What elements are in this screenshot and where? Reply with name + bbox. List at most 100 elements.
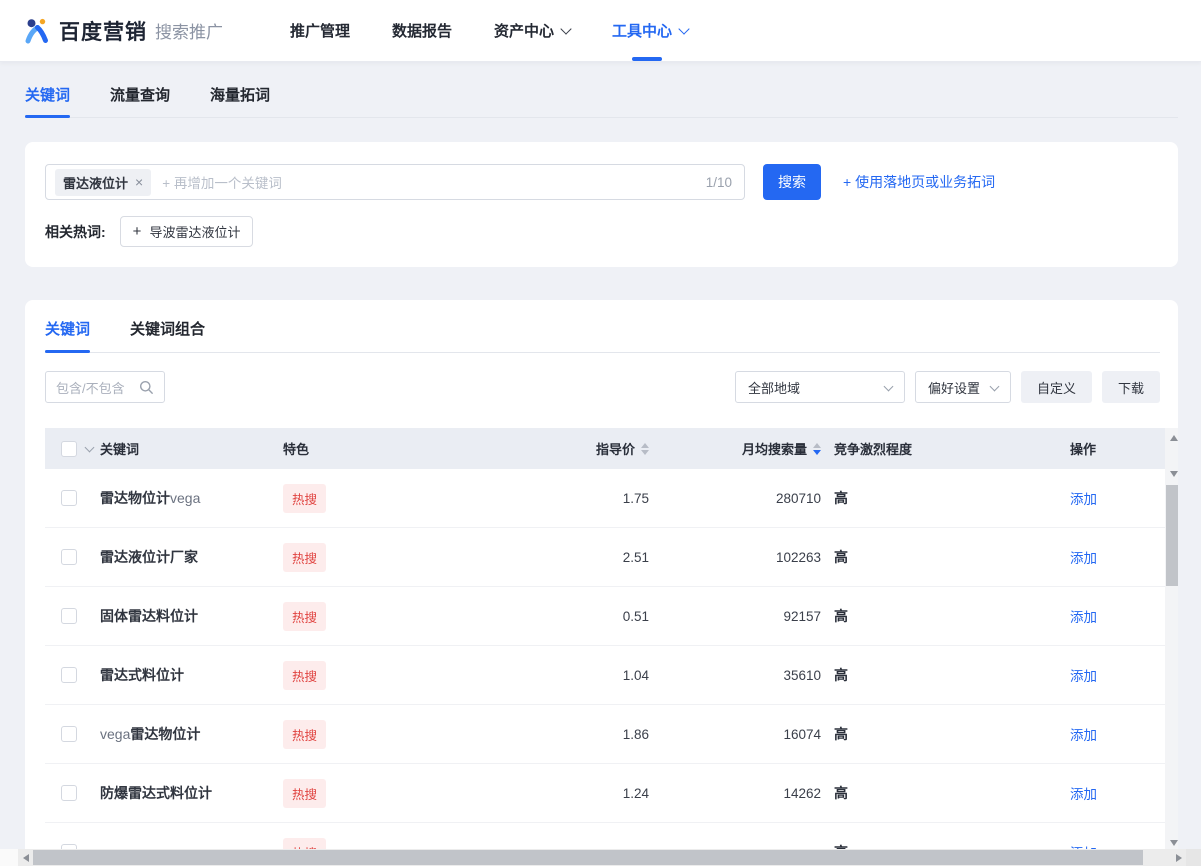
monthly-volume-value: 35610 bbox=[783, 668, 821, 683]
add-keyword-link[interactable]: 添加 bbox=[1070, 665, 1097, 685]
results-tab-关键词[interactable]: 关键词 bbox=[45, 318, 90, 352]
scroll-down-icon[interactable] bbox=[1165, 466, 1178, 482]
actions-cell: 添加 bbox=[1055, 783, 1165, 803]
keyword-input[interactable]: 雷达液位计 × + 再增加一个关键词 1/10 bbox=[45, 164, 745, 200]
scroll-right-icon[interactable] bbox=[1171, 849, 1186, 866]
row-checkbox[interactable] bbox=[61, 785, 77, 801]
keyword-text: 固体雷达料位计 bbox=[100, 606, 198, 626]
keyword-text: vega bbox=[100, 726, 130, 742]
horizontal-scroll-thumb[interactable] bbox=[33, 850, 1143, 865]
actions-cell: 添加 bbox=[1055, 724, 1165, 744]
keyword-text: vega bbox=[170, 490, 200, 506]
topnav-item-数据报告[interactable]: 数据报告 bbox=[371, 0, 473, 61]
results-tab-关键词组合[interactable]: 关键词组合 bbox=[130, 318, 205, 352]
page-tabs: 关键词 流量查询 海量拓词 bbox=[25, 62, 1178, 118]
hot-search-badge: 热搜 bbox=[283, 779, 326, 808]
related-term-button[interactable]: + 导波雷达液位计 bbox=[120, 216, 254, 247]
download-button[interactable]: 下载 bbox=[1102, 371, 1160, 403]
feature-cell: 热搜 bbox=[283, 602, 433, 631]
region-select[interactable]: 全部地域 bbox=[735, 371, 905, 403]
add-keyword-link[interactable]: 添加 bbox=[1070, 547, 1097, 567]
results-card: 关键词 关键词组合 包含/不包含 全部地域 偏好设置 bbox=[25, 300, 1178, 866]
column-guide-price-label: 指导价 bbox=[596, 439, 635, 458]
topnav-item-工具中心[interactable]: 工具中心 bbox=[591, 0, 709, 61]
add-keyword-link[interactable]: 添加 bbox=[1070, 606, 1097, 626]
horizontal-scrollbar-strip bbox=[0, 849, 1201, 866]
guide-price-cell: 1.24 bbox=[433, 786, 653, 801]
scroll-up-icon[interactable] bbox=[1165, 430, 1178, 446]
actions-cell: 添加 bbox=[1055, 547, 1165, 567]
hot-search-badge: 热搜 bbox=[283, 543, 326, 572]
table-row: 雷达式料位计热搜1.0435610高添加 bbox=[45, 646, 1165, 705]
feature-cell: 热搜 bbox=[283, 779, 433, 808]
column-feature: 特色 bbox=[283, 439, 433, 458]
monthly-volume-cell: 35610 bbox=[653, 668, 823, 683]
monthly-volume-value: 92157 bbox=[783, 609, 821, 624]
add-keyword-link[interactable]: 添加 bbox=[1070, 488, 1097, 508]
topnav-item-推广管理[interactable]: 推广管理 bbox=[269, 0, 371, 61]
keyword-counter: 1/10 bbox=[706, 175, 732, 190]
table-row: vega雷达物位计热搜1.8616074高添加 bbox=[45, 705, 1165, 764]
guide-price-value: 0.51 bbox=[623, 609, 649, 624]
search-button[interactable]: 搜索 bbox=[763, 164, 821, 200]
add-keyword-link[interactable]: 添加 bbox=[1070, 724, 1097, 744]
row-checkbox[interactable] bbox=[61, 726, 77, 742]
chevron-down-icon bbox=[884, 381, 894, 391]
customize-button[interactable]: 自定义 bbox=[1021, 371, 1092, 403]
guide-price-value: 1.04 bbox=[623, 668, 649, 683]
select-menu-caret-icon[interactable] bbox=[85, 442, 95, 452]
vertical-scrollbar[interactable] bbox=[1165, 428, 1178, 866]
preference-select[interactable]: 偏好设置 bbox=[915, 371, 1011, 403]
monthly-volume-value: 280710 bbox=[776, 491, 821, 506]
page-tab-海量拓词[interactable]: 海量拓词 bbox=[210, 84, 270, 117]
topnav-item-资产中心[interactable]: 资产中心 bbox=[473, 0, 591, 61]
guide-price-cell: 1.04 bbox=[433, 668, 653, 683]
competition-value: 高 bbox=[834, 547, 848, 567]
feature-cell: 热搜 bbox=[283, 661, 433, 690]
sort-carets-icon[interactable] bbox=[641, 443, 649, 455]
row-checkbox[interactable] bbox=[61, 490, 77, 506]
column-keyword: 关键词 bbox=[100, 439, 283, 458]
scroll-left-icon[interactable] bbox=[18, 849, 33, 866]
monthly-volume-cell: 14262 bbox=[653, 786, 823, 801]
chip-remove-icon[interactable]: × bbox=[135, 175, 143, 189]
page-tab-流量查询[interactable]: 流量查询 bbox=[110, 84, 170, 117]
scrollbar-corner bbox=[1186, 849, 1201, 866]
sort-carets-icon[interactable] bbox=[813, 443, 821, 455]
column-monthly-volume[interactable]: 月均搜索量 bbox=[653, 439, 823, 458]
feature-cell: 热搜 bbox=[283, 484, 433, 513]
results-tabs: 关键词 关键词组合 bbox=[45, 318, 1160, 353]
hot-search-badge: 热搜 bbox=[283, 720, 326, 749]
region-select-value: 全部地域 bbox=[748, 378, 800, 397]
table-row: 雷达物位计vega热搜1.75280710高添加 bbox=[45, 469, 1165, 528]
feature-cell: 热搜 bbox=[283, 720, 433, 749]
column-actions: 操作 bbox=[1055, 439, 1165, 458]
landing-page-expand-link[interactable]: + 使用落地页或业务拓词 bbox=[843, 172, 995, 192]
table-header-row: 关键词 特色 指导价 月均搜索量 竞争激烈程度 操作 bbox=[45, 428, 1165, 469]
row-checkbox[interactable] bbox=[61, 549, 77, 565]
include-exclude-search-input[interactable]: 包含/不包含 bbox=[45, 371, 165, 403]
select-all-checkbox[interactable] bbox=[61, 441, 77, 457]
row-checkbox[interactable] bbox=[61, 608, 77, 624]
row-checkbox[interactable] bbox=[61, 667, 77, 683]
keyword-search-card: 雷达液位计 × + 再增加一个关键词 1/10 搜索 + 使用落地页或业务拓词 … bbox=[25, 142, 1178, 267]
guide-price-value: 1.24 bbox=[623, 786, 649, 801]
page-tab-关键词[interactable]: 关键词 bbox=[25, 84, 70, 117]
hot-search-badge: 热搜 bbox=[283, 661, 326, 690]
column-guide-price[interactable]: 指导价 bbox=[433, 439, 653, 458]
row-select-cell bbox=[45, 490, 100, 506]
keyword-chip-label: 雷达液位计 bbox=[63, 173, 128, 192]
vertical-scroll-thumb[interactable] bbox=[1166, 485, 1178, 586]
horizontal-scrollbar[interactable] bbox=[18, 849, 1186, 866]
row-select-cell bbox=[45, 667, 100, 683]
guide-price-value: 2.51 bbox=[623, 550, 649, 565]
monthly-volume-value: 16074 bbox=[783, 727, 821, 742]
topnav-item-label: 工具中心 bbox=[612, 20, 672, 41]
competition-cell: 高 bbox=[823, 665, 1055, 685]
keyword-chip: 雷达液位计 × bbox=[55, 169, 151, 196]
competition-cell: 高 bbox=[823, 606, 1055, 626]
add-keyword-link[interactable]: 添加 bbox=[1070, 783, 1097, 803]
related-terms-label: 相关热词: bbox=[45, 222, 106, 242]
baidu-marketing-logo-icon bbox=[22, 17, 52, 45]
guide-price-cell: 1.86 bbox=[433, 727, 653, 742]
